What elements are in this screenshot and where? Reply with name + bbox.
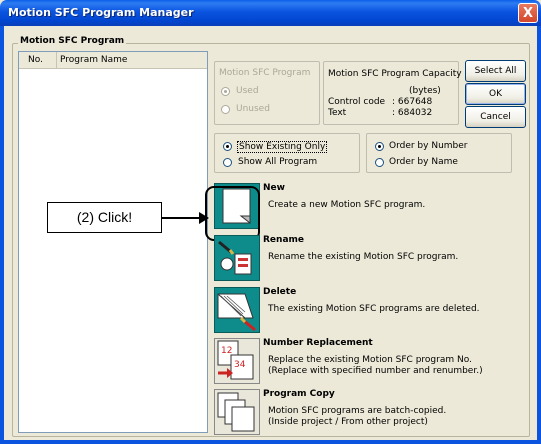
close-icon: X (522, 6, 534, 21)
delete-icon (217, 293, 256, 332)
new-label: New (263, 183, 285, 193)
program-copy-desc-1: Motion SFC programs are batch-copied. (268, 406, 447, 416)
control-code-value: : 667648 (392, 97, 433, 107)
unused-label: Unused (236, 104, 270, 114)
window-title: Motion SFC Program Manager (8, 6, 194, 19)
capacity-unit: (bytes) (409, 86, 441, 96)
number-replacement-desc-2: (Replace with specified number and renum… (268, 366, 483, 376)
delete-program-button[interactable] (214, 287, 260, 333)
program-copy-icon (217, 392, 255, 432)
column-header-no[interactable]: No. (19, 52, 57, 69)
number-replacement-button[interactable]: 12 34 (214, 338, 260, 384)
column-header-no-label: No. (28, 55, 43, 65)
cancel-button[interactable]: Cancel (465, 106, 526, 128)
rename-program-button[interactable] (214, 235, 260, 281)
rename-label: Rename (263, 235, 304, 245)
ok-button[interactable]: OK (465, 83, 526, 105)
order-name-label[interactable]: Order by Name (389, 157, 458, 167)
program-copy-desc-2: (Inside project / From other project) (268, 417, 428, 427)
program-copy-label: Program Copy (263, 389, 335, 399)
number-replacement-label: Number Replacement (263, 338, 373, 348)
column-header-name-label: Program Name (60, 55, 128, 65)
rename-description: Rename the existing Motion SFC program. (268, 252, 459, 262)
show-all-radio[interactable] (223, 158, 232, 167)
new-description: Create a new Motion SFC program. (268, 200, 426, 210)
number-replacement-desc-1: Replace the existing Motion SFC program … (268, 355, 472, 365)
text-label: Text (328, 108, 347, 118)
delete-description: The existing Motion SFC programs are del… (268, 304, 480, 314)
group-label: Motion SFC Program (18, 36, 127, 46)
text-value: : 684032 (392, 108, 433, 118)
show-existing-label[interactable]: Show Existing Only (237, 141, 328, 153)
select-all-button[interactable]: Select All (465, 60, 526, 82)
used-filter-legend: Motion SFC Program (219, 68, 311, 78)
order-number-radio[interactable] (375, 142, 384, 151)
highlight-outline (205, 186, 260, 241)
number-replacement-icon-text-b: 34 (234, 360, 246, 370)
show-existing-radio[interactable] (223, 142, 232, 151)
control-code-label: Control code (328, 97, 386, 107)
used-label: Used (236, 86, 259, 96)
used-radio[interactable] (221, 87, 230, 96)
number-replacement-icon: 12 34 (217, 340, 254, 380)
unused-radio[interactable] (221, 105, 230, 114)
order-number-label[interactable]: Order by Number (389, 141, 468, 151)
delete-label: Delete (263, 287, 297, 297)
column-header-program-name[interactable]: Program Name (57, 52, 207, 69)
show-all-label[interactable]: Show All Program (238, 157, 317, 167)
program-copy-button[interactable] (214, 389, 260, 435)
close-button[interactable]: X (518, 3, 538, 23)
program-list[interactable]: No. Program Name (18, 51, 208, 433)
show-options-box (214, 133, 360, 173)
rename-icon (218, 240, 252, 275)
callout-arrow-icon (161, 212, 209, 224)
capacity-title: Motion SFC Program Capacity (328, 69, 462, 79)
order-options-box (366, 133, 512, 173)
click-callout: (2) Click! (47, 202, 162, 233)
order-name-radio[interactable] (375, 158, 384, 167)
